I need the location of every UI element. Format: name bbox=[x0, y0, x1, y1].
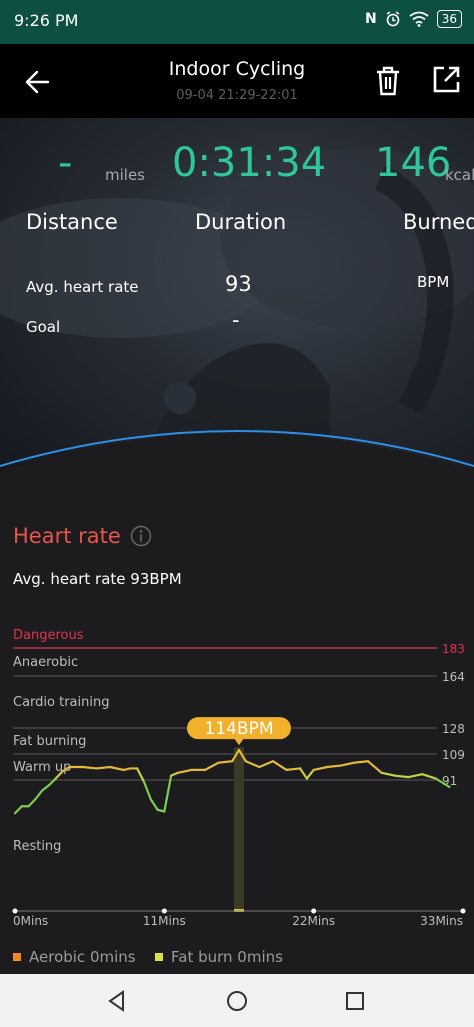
trash-icon[interactable] bbox=[373, 64, 403, 98]
hr-series-segment bbox=[244, 760, 261, 769]
calories-value: 146 bbox=[375, 140, 452, 186]
duration-label: Duration bbox=[195, 210, 287, 234]
hr-series-segment bbox=[54, 770, 64, 780]
hr-series-segment bbox=[285, 767, 302, 771]
heart-rate-card: Heart rate Avg. heart rate 93BPM Dangero… bbox=[0, 478, 474, 974]
x-tick-dot bbox=[12, 908, 18, 914]
hr-series-segment bbox=[61, 765, 71, 773]
hr-series-segment bbox=[163, 774, 173, 813]
avg-heart-rate-value: 93 bbox=[225, 272, 252, 296]
nav-back-icon[interactable] bbox=[104, 988, 130, 1014]
fat-burn-swatch bbox=[155, 953, 163, 961]
hr-series-segment bbox=[366, 760, 383, 774]
hr-series-segment bbox=[95, 765, 112, 770]
burned-label: Burned bbox=[403, 210, 474, 234]
x-tick-label: 0Mins bbox=[13, 914, 48, 928]
legend-aerobic: Aerobic 0mins bbox=[13, 948, 136, 966]
hr-series-segment bbox=[142, 780, 152, 801]
x-tick-label: 22Mins bbox=[292, 914, 335, 928]
hr-series-segment bbox=[203, 761, 220, 771]
zone-threshold-128: 128 bbox=[442, 722, 465, 736]
avg-heart-rate-unit: BPM bbox=[417, 273, 450, 291]
x-tick-label: 11Mins bbox=[143, 914, 186, 928]
nav-recents-icon[interactable] bbox=[342, 988, 368, 1014]
hr-series-segment bbox=[305, 768, 315, 780]
distance-value: - bbox=[58, 140, 73, 186]
workout-summary-hero: - miles 0:31:34 146 kcal Distance Durati… bbox=[0, 118, 474, 478]
hr-series-segment bbox=[149, 798, 159, 811]
hr-series-segment bbox=[353, 760, 370, 764]
hr-series-segment bbox=[13, 805, 23, 815]
alarm-icon bbox=[386, 11, 400, 27]
hr-series-segment bbox=[380, 771, 397, 777]
hr-series-segment bbox=[34, 789, 44, 801]
status-bar: 9:26 PM N 36 bbox=[0, 0, 474, 44]
x-tick-dot bbox=[311, 908, 317, 914]
hr-series-segment bbox=[170, 771, 180, 777]
duration-value: 0:31:34 bbox=[172, 140, 327, 186]
hr-series-segment bbox=[81, 765, 98, 770]
goal-label: Goal bbox=[26, 318, 61, 336]
hr-series-segment bbox=[258, 760, 275, 769]
app-header: Indoor Cycling 09-04 21:29-22:01 bbox=[0, 44, 474, 118]
nav-home-icon[interactable] bbox=[224, 988, 250, 1014]
tooltip-text: 114BPM bbox=[204, 719, 273, 739]
hr-series-segment bbox=[271, 760, 288, 771]
zone-threshold-109: 109 bbox=[442, 748, 465, 762]
legend-aerobic-label: Aerobic 0mins bbox=[29, 948, 136, 966]
system-nav-bar bbox=[0, 974, 474, 1027]
x-tick-label: 33Mins bbox=[420, 914, 463, 928]
hr-series-segment bbox=[27, 798, 37, 808]
heart-rate-chart: 18316412810991114BPM0Mins 11Mins 22Mins 33M… bbox=[12, 642, 466, 928]
distance-unit: miles bbox=[105, 166, 145, 184]
share-icon[interactable] bbox=[430, 64, 462, 96]
nfc-icon: N bbox=[365, 11, 377, 27]
x-tick-dot bbox=[161, 908, 167, 914]
hr-series-segment bbox=[108, 765, 125, 771]
hr-series-segment bbox=[339, 761, 356, 767]
legend-fat-burn-label: Fat burn 0mins bbox=[171, 948, 283, 966]
goal-value: - bbox=[232, 308, 240, 332]
x-tick-dot bbox=[460, 908, 466, 914]
tooltip-pointer bbox=[234, 738, 244, 746]
hr-series-segment bbox=[394, 774, 410, 779]
legend-fat-burn: Fat burn 0mins bbox=[155, 948, 283, 966]
hr-series-segment bbox=[407, 773, 424, 779]
highlight-bar bbox=[234, 747, 244, 911]
status-time: 9:26 PM bbox=[14, 11, 79, 30]
calories-unit: kcal bbox=[445, 166, 474, 184]
battery-indicator: 36 bbox=[436, 10, 462, 28]
hr-series-segment bbox=[421, 773, 437, 780]
hr-series-segment bbox=[326, 764, 342, 769]
hr-series-segment bbox=[176, 768, 193, 774]
hr-series-segment bbox=[217, 760, 234, 764]
status-icons: N 36 bbox=[365, 10, 462, 28]
avg-heart-rate-label: Avg. heart rate bbox=[26, 278, 139, 296]
hr-series-segment bbox=[312, 765, 329, 771]
hr-series-segment bbox=[298, 767, 308, 780]
distance-label: Distance bbox=[26, 210, 118, 234]
wifi-icon bbox=[409, 11, 429, 27]
hr-series-segment bbox=[41, 784, 51, 792]
zone-threshold-183: 183 bbox=[442, 642, 465, 656]
zone-threshold-164: 164 bbox=[442, 670, 465, 684]
aerobic-swatch bbox=[13, 953, 21, 961]
